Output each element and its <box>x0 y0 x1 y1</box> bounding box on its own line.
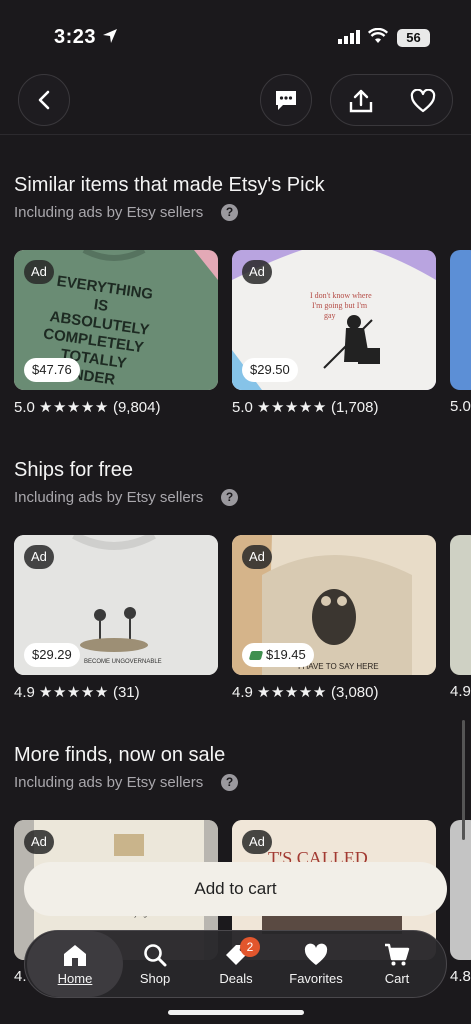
chat-bubble-icon <box>276 91 296 110</box>
price-text: $19.45 <box>266 647 306 662</box>
product-rating: 4.9 ★★★★★ (3,080) <box>232 683 378 701</box>
price-text: $29.50 <box>250 362 290 377</box>
rating-value: 4.9 <box>232 684 253 701</box>
tab-favorites[interactable]: Favorites <box>276 931 356 997</box>
favorite-button[interactable] <box>393 75 453 127</box>
price-text: $47.76 <box>32 362 72 377</box>
product-rating: 5.0 ★★★★★ (9,804) <box>14 398 160 416</box>
price-pill: $47.76 <box>24 358 80 382</box>
section-subtitle: Including ads by Etsy sellers <box>14 489 204 506</box>
rating-value-peek: 4.9 <box>450 683 471 700</box>
tab-home[interactable]: Home <box>27 931 123 997</box>
ad-badge: Ad <box>242 260 272 284</box>
share-icon <box>349 89 373 113</box>
back-button[interactable] <box>18 74 70 126</box>
bottom-tab-bar: Home Shop 2 Deals Favorites Cart <box>24 930 447 998</box>
home-indicator <box>168 1010 304 1015</box>
product-card-peek[interactable] <box>450 820 471 960</box>
ad-badge: Ad <box>242 545 272 569</box>
sale-tag-icon <box>248 650 264 660</box>
tab-label: Favorites <box>289 971 343 986</box>
rating-value: 5.0 <box>232 399 253 416</box>
product-card[interactable]: I HAVE TO SAY HERE Ad $19.45 <box>232 535 436 675</box>
product-card-peek[interactable] <box>450 250 471 390</box>
tab-label: Cart <box>384 971 410 986</box>
heart-outline-icon <box>410 89 436 113</box>
product-rating: 4.9 ★★★★★ (31) <box>14 683 140 701</box>
svg-text:I'm going but I'm: I'm going but I'm <box>312 301 368 310</box>
rating-value: 5.0 <box>14 399 35 416</box>
product-card[interactable]: I don't know where I'm going but I'm gay… <box>232 250 436 390</box>
product-card-peek[interactable] <box>450 535 471 675</box>
star-rating-icon: ★★★★★ <box>39 684 109 701</box>
star-rating-icon: ★★★★★ <box>257 684 327 701</box>
share-button[interactable] <box>331 75 391 127</box>
ad-badge: Ad <box>242 830 272 854</box>
tab-deals[interactable]: 2 Deals <box>196 931 276 997</box>
add-to-cart-button[interactable]: Add to cart <box>24 862 447 916</box>
tab-cart[interactable]: Cart <box>357 931 437 997</box>
svg-text:IS: IS <box>93 296 109 315</box>
svg-text:BECOME UNGOVERNABLE: BECOME UNGOVERNABLE <box>84 659 162 665</box>
section-title: Ships for free <box>14 459 133 481</box>
home-icon <box>64 945 86 966</box>
help-icon[interactable]: ? <box>221 489 238 506</box>
scrollbar[interactable] <box>462 720 465 840</box>
chevron-left-icon <box>38 90 50 110</box>
ad-badge: Ad <box>24 260 54 284</box>
status-time: 3:23 <box>54 26 97 48</box>
svg-text:gay: gay <box>324 311 336 320</box>
rating-value-peek: 5.0 <box>450 398 471 415</box>
heart-icon <box>304 943 328 965</box>
section-title: More finds, now on sale <box>14 744 226 766</box>
header-divider <box>0 134 471 135</box>
search-icon <box>144 944 167 967</box>
section-subtitle: Including ads by Etsy sellers <box>14 774 204 791</box>
section-title: Similar items that made Etsy's Pick <box>14 174 325 196</box>
rating-value-peek: 4.8 <box>450 968 471 985</box>
price-pill: $19.45 <box>242 643 314 667</box>
share-favorite-group <box>330 74 453 126</box>
svg-text:I don't know where: I don't know where <box>310 291 372 300</box>
product-card[interactable]: EVERYTHING IS ABSOLUTELY COMPLETELY TOTA… <box>14 250 218 390</box>
star-rating-icon: ★★★★★ <box>257 399 327 416</box>
price-pill: $29.50 <box>242 358 298 382</box>
status-bar: 3:23 56 <box>0 0 471 72</box>
star-rating-icon: ★★★★★ <box>39 399 109 416</box>
message-seller-button[interactable] <box>260 74 312 126</box>
wifi-icon <box>368 28 388 43</box>
top-navigation <box>0 74 471 134</box>
ad-badge: Ad <box>24 545 54 569</box>
price-text: $29.29 <box>32 647 72 662</box>
review-count: (9,804) <box>112 399 161 416</box>
tab-label: Deals <box>219 971 253 986</box>
review-count: (3,080) <box>330 684 379 701</box>
cart-icon <box>385 943 410 966</box>
review-count: (31) <box>112 684 140 701</box>
help-icon[interactable]: ? <box>221 774 238 791</box>
tab-shop[interactable]: Shop <box>115 931 195 997</box>
section-subtitle: Including ads by Etsy sellers <box>14 204 204 221</box>
product-rating: 5.0 ★★★★★ (1,708) <box>232 398 378 416</box>
review-count: (1,708) <box>330 399 379 416</box>
cellular-signal-icon <box>338 30 360 44</box>
tab-label: Home <box>57 971 93 986</box>
battery-indicator: 56 <box>397 29 430 47</box>
location-arrow-icon <box>103 29 117 43</box>
product-card[interactable]: BECOME UNGOVERNABLE Ad $29.29 <box>14 535 218 675</box>
ad-badge: Ad <box>24 830 54 854</box>
rating-value: 4.9 <box>14 684 35 701</box>
deals-badge: 2 <box>240 937 260 957</box>
price-pill: $29.29 <box>24 643 80 667</box>
tab-label: Shop <box>139 971 171 986</box>
help-icon[interactable]: ? <box>221 204 238 221</box>
